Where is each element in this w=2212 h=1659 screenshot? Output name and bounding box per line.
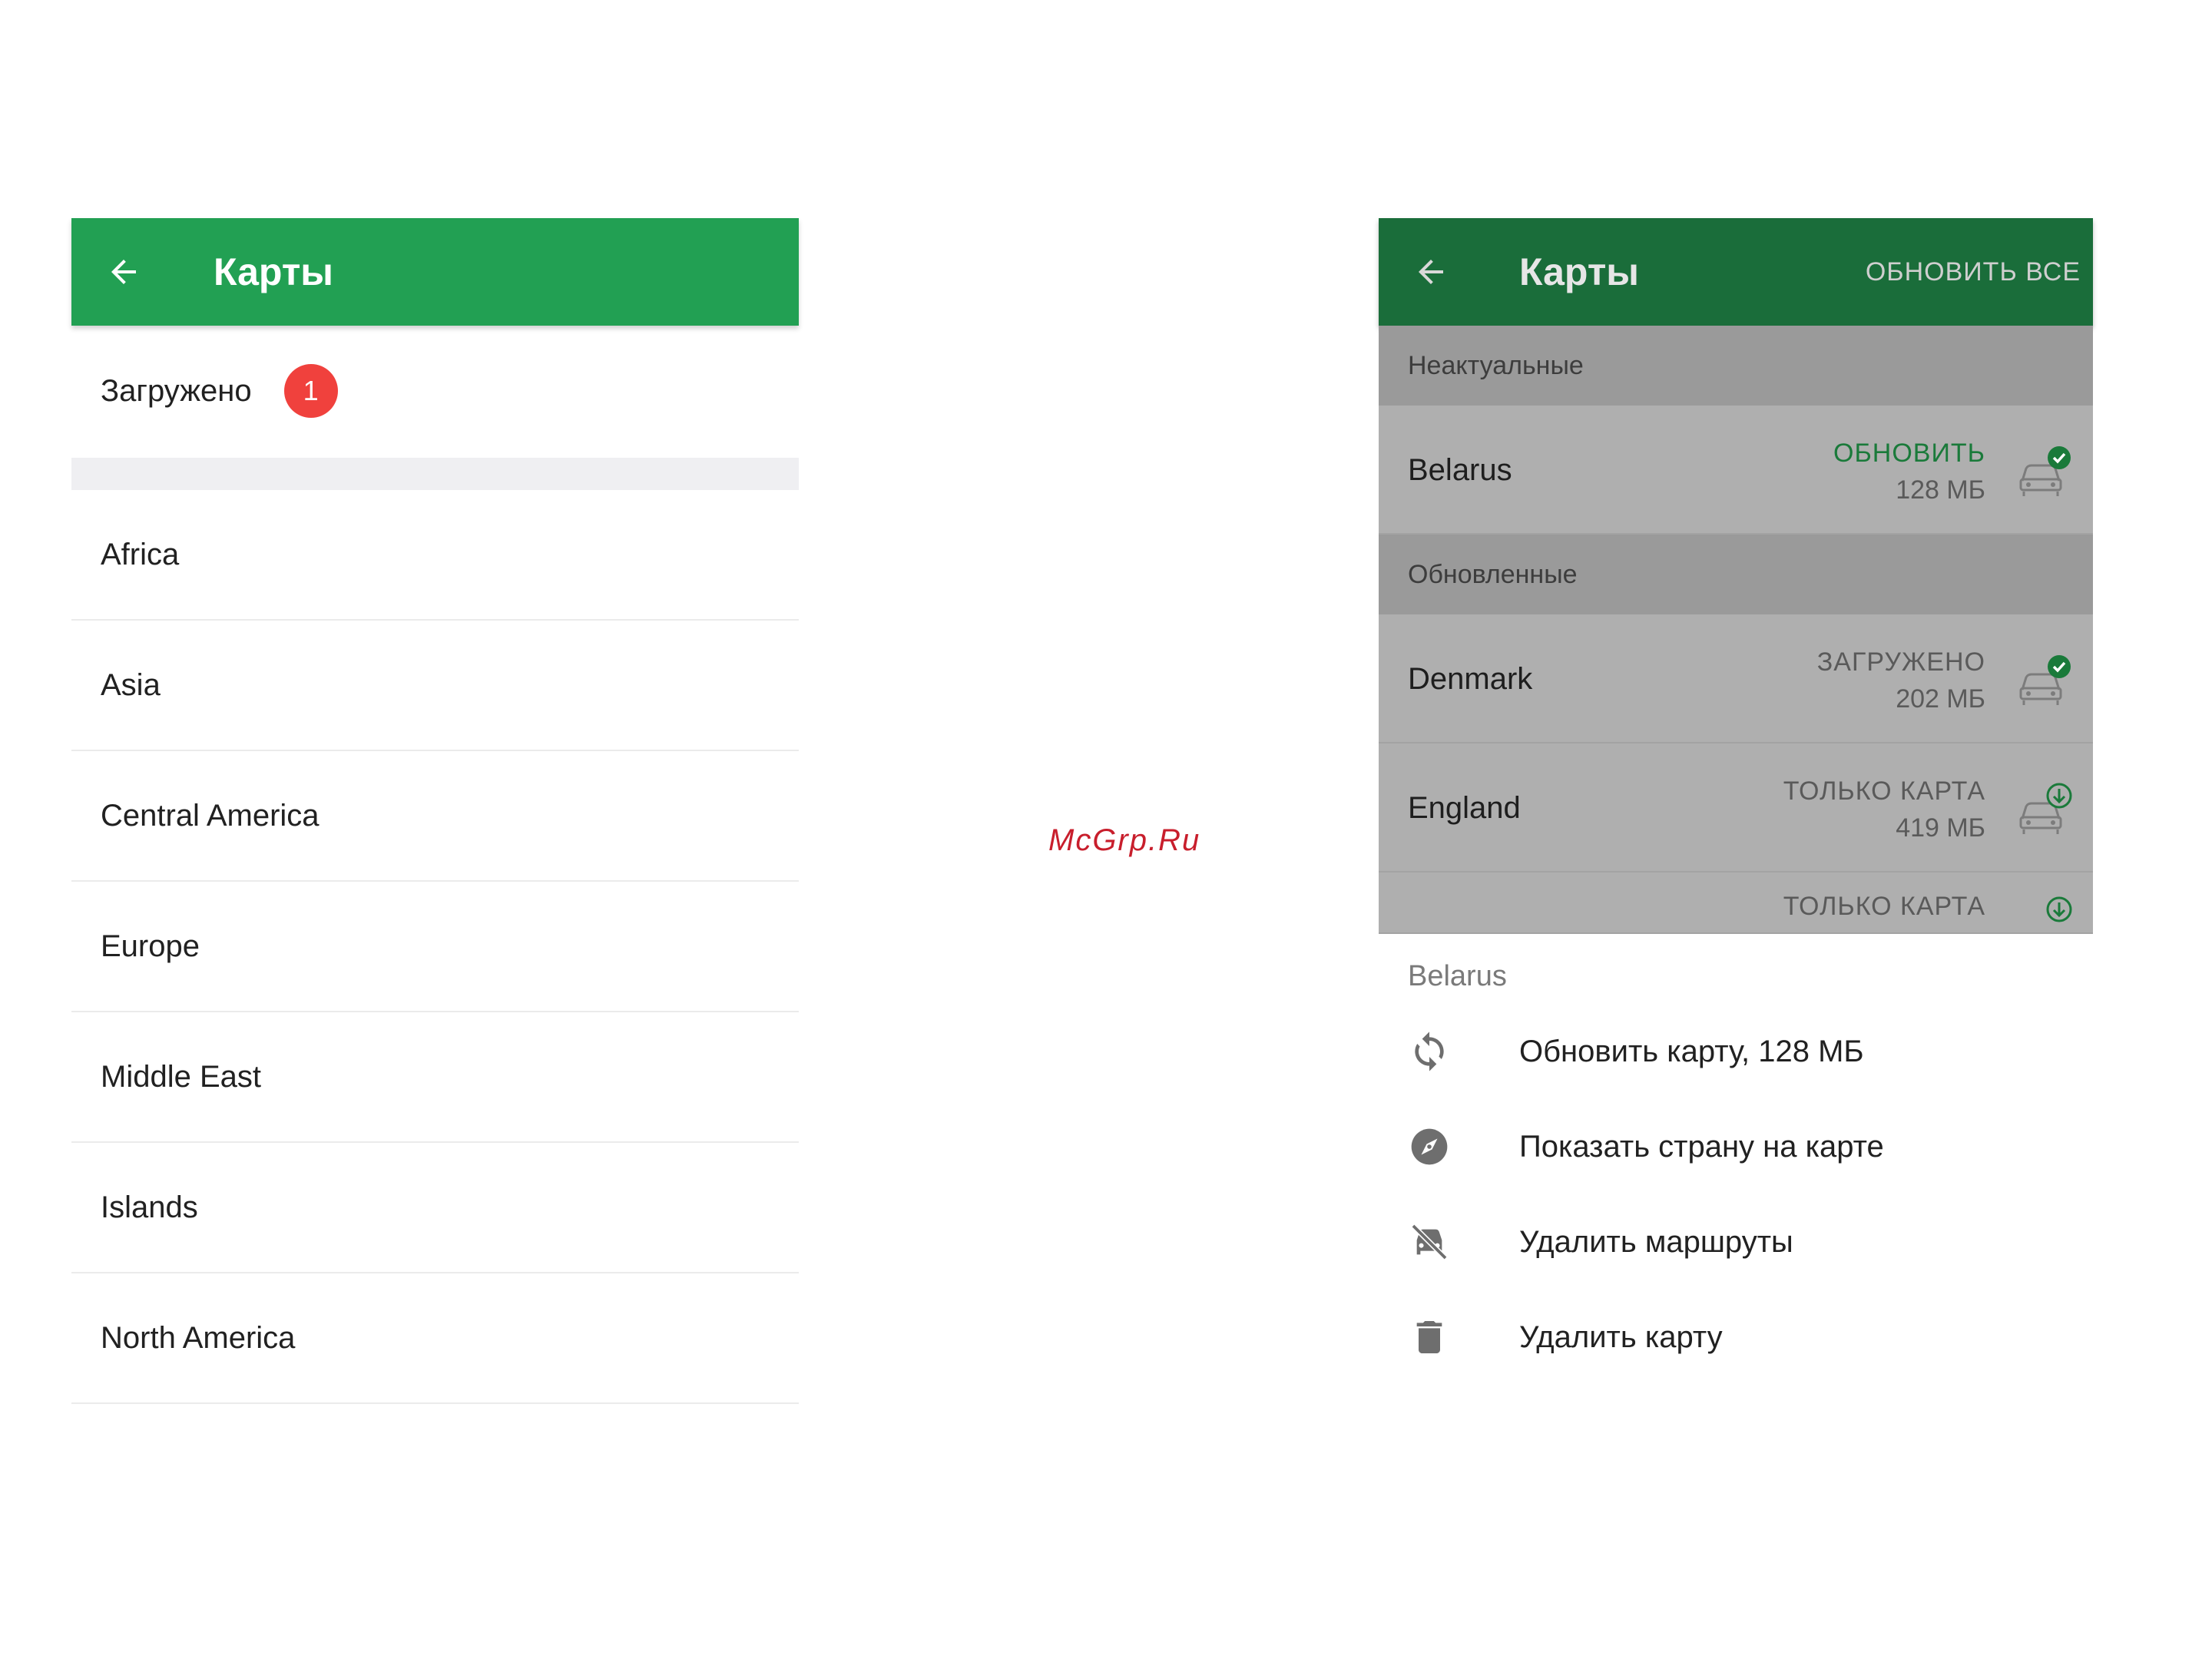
region-label: Africa [101,537,180,571]
country-size: 202 МБ [1896,684,1985,714]
download-status: ЗАГРУЖЕНО [1816,647,1985,677]
country-status: ЗАГРУЖЕНО 202 МБ [1817,644,1985,717]
country-name: Belarus [1408,452,1512,487]
region-label: Central America [101,798,320,833]
app-toolbar: Карты [71,218,799,326]
country-row-england[interactable]: England ТОЛЬКО КАРТА 419 МБ [1379,743,2093,873]
country-status: ТОЛЬКО КАРТА [1783,888,1985,925]
section-header-updated: Обновленные [1379,535,2093,614]
right-screen: Карты ОБНОВИТЬ ВСЕ Неактуальные Belarus … [1379,218,2093,1478]
region-item-middle-east[interactable]: Middle East [71,1012,799,1143]
option-label: Удалить карту [1519,1320,1723,1354]
car-download-icon[interactable] [2015,892,2076,934]
downloaded-count-badge: 1 [283,364,338,418]
update-status-button[interactable]: ОБНОВИТЬ [1833,435,1985,472]
region-item-islands[interactable]: Islands [71,1143,799,1273]
region-label: Middle East [101,1059,261,1094]
region-label: Islands [101,1190,198,1224]
region-item-north-america[interactable]: North America [71,1273,799,1404]
country-status: ОБНОВИТЬ 128 МБ [1833,435,1985,508]
region-item-asia[interactable]: Asia [71,621,799,751]
downloaded-label: Загружено [101,373,252,408]
country-row-denmark[interactable]: Denmark ЗАГРУЖЕНО 202 МБ [1379,614,2093,743]
sheet-title: Belarus [1408,960,1507,992]
delete-map-option[interactable]: Удалить карту [1379,1295,2093,1379]
app-toolbar: Карты ОБНОВИТЬ ВСЕ [1379,218,2093,326]
section-header-label: Обновленные [1408,559,1578,589]
section-header-outdated: Неактуальные [1379,326,2093,406]
region-list: Africa Asia Central America Europe Middl… [71,490,799,1404]
region-item-central-america[interactable]: Central America [71,751,799,882]
car-check-icon [2019,655,2071,705]
region-item-africa[interactable]: Africa [71,490,799,621]
country-list: Неактуальные Belarus ОБНОВИТЬ 128 МБ Обн… [1379,326,2093,934]
region-label: Europe [101,929,200,963]
arrow-back-icon [111,260,136,284]
downloaded-maps-row[interactable]: Загружено 1 [71,326,799,456]
trash-icon [1406,1314,1452,1360]
country-size: 128 МБ [1896,475,1985,505]
back-button[interactable] [1408,249,1454,295]
option-label: Обновить карту, 128 МБ [1519,1034,1864,1068]
download-status: ТОЛЬКО КАРТА [1783,777,1985,806]
update-all-button[interactable]: ОБНОВИТЬ ВСЕ [1866,218,2081,326]
refresh-icon [1406,1028,1452,1075]
delete-routes-option[interactable]: Удалить маршруты [1379,1200,2093,1284]
left-screen: Карты Загружено 1 Africa Asia Central Am… [71,218,799,1416]
section-divider [71,458,799,490]
update-map-option[interactable]: Обновить карту, 128 МБ [1379,1009,2093,1094]
back-button[interactable] [101,249,147,295]
page-title: Карты [214,250,334,293]
region-label: North America [101,1320,296,1355]
country-row-partial[interactable]: ТОЛЬКО КАРТА [1379,873,2093,934]
region-item-europe[interactable]: Europe [71,882,799,1012]
car-check-icon [2019,446,2071,496]
car-off-icon [1406,1219,1452,1265]
option-label: Удалить маршруты [1519,1224,1793,1259]
country-name: England [1408,790,1521,825]
section-header-label: Неактуальные [1408,350,1584,380]
country-status: ТОЛЬКО КАРТА 419 МБ [1783,773,1985,846]
compass-icon [1406,1124,1452,1170]
car-download-icon[interactable] [2015,779,2076,840]
region-label: Asia [101,667,161,702]
country-name: Denmark [1408,661,1533,696]
download-status: ТОЛЬКО КАРТА [1783,892,1985,921]
page-title: Карты [1519,250,1640,293]
show-country-option[interactable]: Показать страну на карте [1379,1104,2093,1189]
arrow-back-icon [1419,260,1443,284]
option-label: Показать страну на карте [1519,1129,1884,1164]
country-size: 419 МБ [1896,813,1985,843]
country-row-belarus[interactable]: Belarus ОБНОВИТЬ 128 МБ [1379,406,2093,535]
bottom-sheet: Belarus Обновить карту, 128 МБ Показать … [1379,934,2093,1478]
watermark-text: McGrp.Ru [1048,823,1201,857]
